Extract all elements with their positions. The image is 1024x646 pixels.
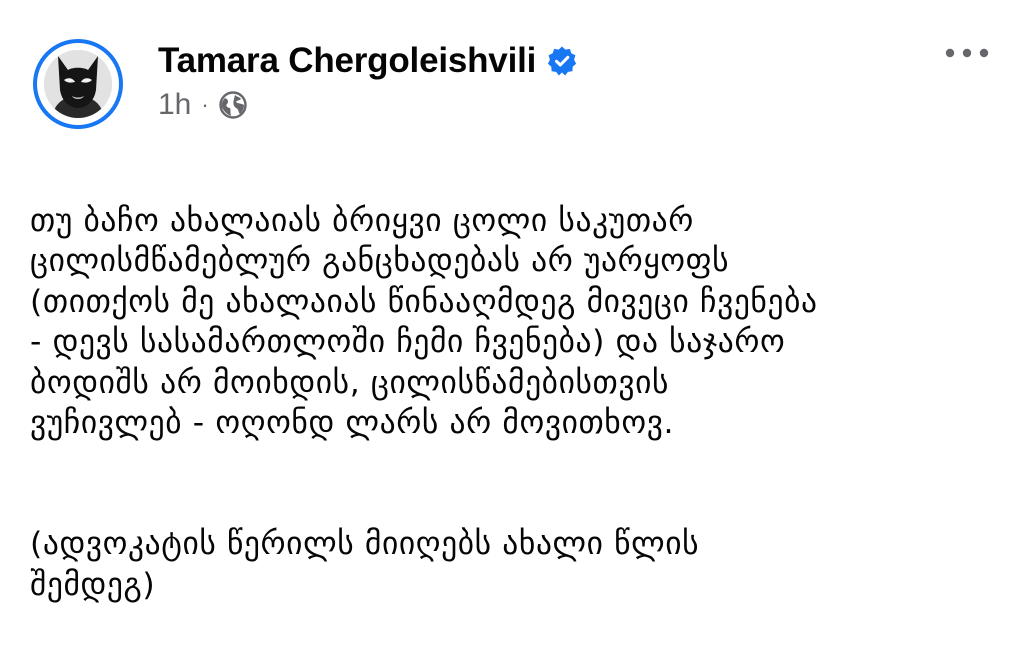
- author-row: Tamara Chergoleishvili: [158, 37, 578, 85]
- post-paragraph: თუ ბაჩო ახალაიას ბრიყვი ცოლი საკუთარ ცილ…: [30, 202, 818, 442]
- more-horizontal-icon: [945, 48, 989, 58]
- avatar[interactable]: [44, 50, 112, 118]
- facebook-post: Tamara Chergoleishvili 1h · თუ ბაჩო ახალ…: [0, 0, 1024, 603]
- more-options-button[interactable]: [936, 34, 998, 72]
- story-ring[interactable]: [33, 39, 123, 129]
- meta-separator: ·: [201, 92, 209, 117]
- author-name[interactable]: Tamara Chergoleishvili: [158, 41, 536, 81]
- post-timestamp[interactable]: 1h: [158, 88, 191, 122]
- post-body: თუ ბაჩო ახალაიას ბრიყვი ცოლი საკუთარ ცილ…: [30, 160, 1010, 646]
- globe-icon[interactable]: [218, 90, 248, 120]
- post-meta: 1h ·: [158, 86, 248, 124]
- verified-badge-icon: [546, 45, 578, 77]
- avatar-image: [44, 50, 112, 118]
